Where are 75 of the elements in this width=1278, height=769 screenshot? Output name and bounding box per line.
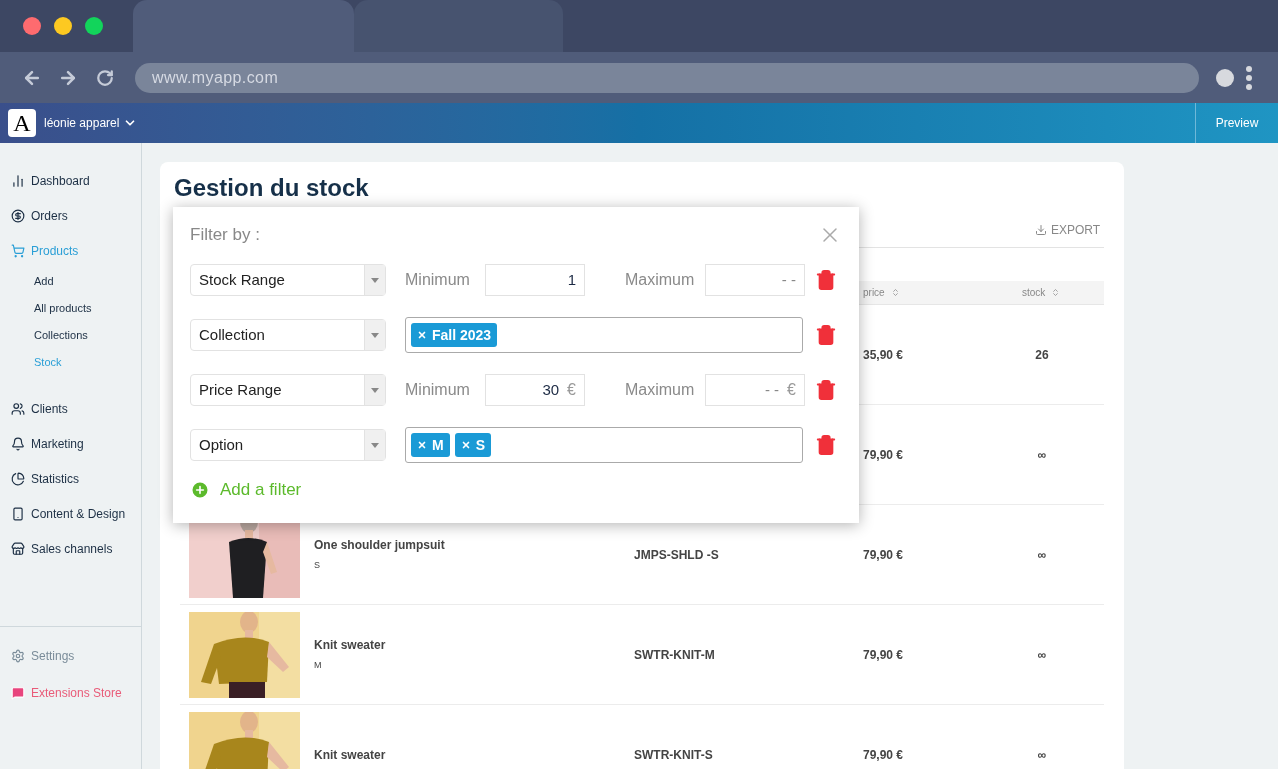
cart-icon [11, 243, 25, 258]
minimum-label: Minimum [405, 380, 471, 400]
sort-icon [890, 288, 900, 297]
sidebar-item[interactable]: Sales channels [0, 531, 141, 566]
stock-cell-text: ∞ [1036, 646, 1048, 664]
delete-icon[interactable] [815, 434, 837, 456]
field-select[interactable]: Option [190, 429, 386, 461]
caret-icon [371, 332, 379, 338]
maximum-label: Maximum [625, 380, 696, 400]
stock-cell-text: 26 [1034, 346, 1050, 364]
phone-icon [11, 506, 25, 521]
number-field[interactable]: 1 [485, 264, 585, 296]
sku-cell: JMPS-SHLD -S [634, 547, 719, 562]
people-icon [11, 401, 25, 416]
price-cell: 35,90 € [863, 347, 904, 362]
stock-cell-text: ∞ [1036, 746, 1048, 764]
remove-icon[interactable] [460, 440, 471, 450]
sort-icon [1051, 288, 1061, 297]
column-header[interactable]: price [858, 285, 1018, 300]
sidebar-item[interactable]: Dashboard [0, 163, 141, 198]
price-cell: 79,90 € [863, 447, 904, 462]
price-cell: 79,90 € [863, 747, 904, 762]
field-select[interactable]: Stock Range [190, 264, 386, 296]
store-switcher[interactable]: léonie apparel [44, 114, 138, 132]
preview-button[interactable]: Preview [1195, 103, 1278, 143]
sidebar-item[interactable]: Content & Design [0, 496, 141, 531]
product-variant: M [314, 659, 323, 673]
field-select[interactable]: Price Range [190, 374, 386, 406]
chart-icon [11, 173, 25, 188]
page-title: Gestion du stock [174, 173, 370, 203]
maximum-label: Maximum [625, 270, 696, 290]
delete-icon[interactable] [815, 269, 837, 291]
number-field[interactable]: 30 € [485, 374, 585, 406]
sidebar-item[interactable]: Clients [0, 391, 141, 426]
remove-icon[interactable] [417, 440, 427, 450]
product-variant: S [314, 559, 321, 573]
settings-icon [11, 648, 25, 663]
more-icon[interactable] [1246, 65, 1252, 90]
store-logo: A [8, 109, 36, 137]
sidebar-item[interactable]: Orders [0, 198, 141, 233]
plus-icon [190, 479, 210, 500]
caret-icon [371, 442, 379, 448]
sidebar-item[interactable]: Statistics [0, 461, 141, 496]
number-field[interactable]: - - [705, 264, 805, 296]
sidebar-subitem[interactable]: All products [0, 295, 141, 322]
sidebar-item[interactable]: Marketing [0, 426, 141, 461]
caret-icon [371, 387, 379, 393]
product-name: Knit sweater [314, 637, 387, 655]
reload-icon[interactable] [96, 68, 114, 87]
pie-chart-icon [11, 471, 25, 486]
dollar-icon [11, 208, 25, 223]
caret-icon [371, 277, 379, 283]
sku-cell: SWTR-KNIT-M [634, 647, 715, 662]
field-select[interactable]: Collection [190, 319, 386, 351]
download-icon [1034, 223, 1047, 236]
export-button[interactable]: EXPORT [1034, 220, 1100, 239]
stock-cell-text: ∞ [1036, 446, 1048, 464]
sidebar-subitem[interactable]: Add [0, 268, 141, 295]
minimum-label: Minimum [405, 270, 471, 290]
extension-icon [11, 685, 25, 700]
profile-icon[interactable] [1216, 68, 1234, 87]
price-cell: 79,90 € [863, 547, 904, 562]
dialog-title: Filter by : [190, 224, 260, 247]
delete-icon[interactable] [815, 324, 837, 346]
price-cell: 79,90 € [863, 647, 904, 662]
number-field[interactable]: - - € [705, 374, 805, 406]
bell-icon [11, 436, 25, 451]
sku-cell: SWTR-KNIT-S [634, 747, 713, 762]
delete-icon[interactable] [815, 379, 837, 401]
product-name: Knit sweater [314, 746, 387, 764]
product-name: One shoulder jumpsuit [314, 537, 446, 555]
remove-icon[interactable] [417, 330, 427, 340]
sidebar-subitem[interactable]: Collections [0, 322, 141, 349]
store-icon [11, 541, 25, 556]
stock-cell-text: ∞ [1036, 546, 1048, 564]
